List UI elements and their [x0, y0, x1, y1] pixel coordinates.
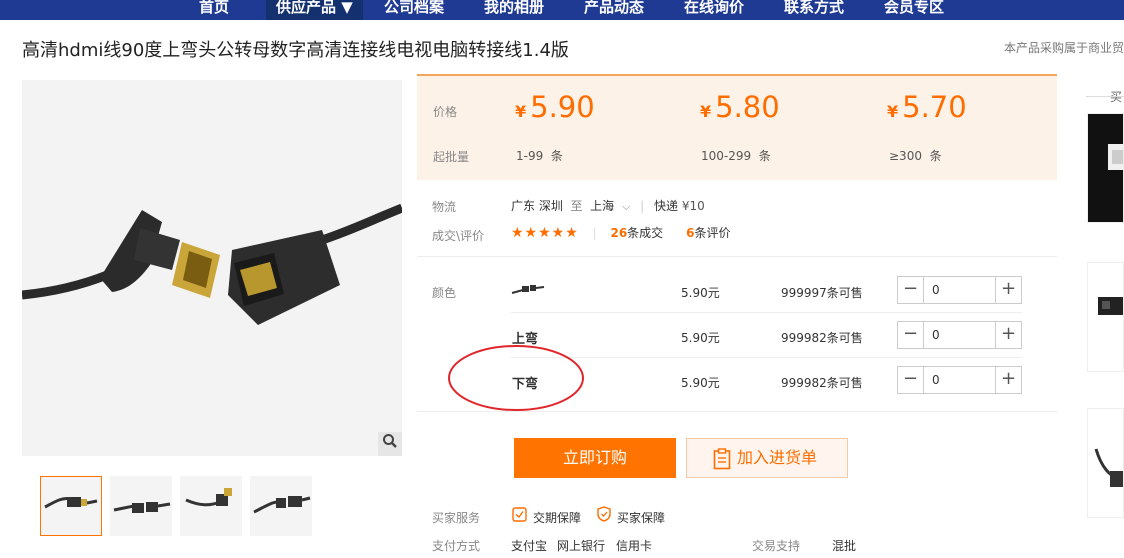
- quantity-input[interactable]: [925, 367, 994, 393]
- product-title: 高清hdmi线90度上弯头公转母数字高清连接线电视电脑转接线1.4版: [22, 40, 569, 61]
- search-icon: [383, 434, 397, 448]
- plus-button[interactable]: +: [995, 367, 1021, 393]
- plus-button[interactable]: +: [995, 322, 1021, 348]
- destination-select[interactable]: 上海: [590, 199, 614, 213]
- top-nav: 首页 供应产品 ▼ 公司档案 我的相册 产品动态 在线询价 联系方式 会员专区: [0, 0, 1124, 20]
- trade-support-label: 交易支持: [752, 539, 801, 553]
- add-to-cart-button[interactable]: 加入进货单: [686, 438, 848, 478]
- price-label: 价格: [433, 105, 458, 119]
- section-divider: [417, 256, 1057, 257]
- section-divider: [417, 411, 1057, 412]
- thumbnail-1[interactable]: [40, 476, 102, 536]
- quantity-stepper: − +: [897, 321, 1022, 349]
- range-tier-2: 100-299 条: [701, 149, 771, 163]
- payment-method: 支付宝: [511, 539, 548, 553]
- sidebar-product-3[interactable]: [1087, 408, 1124, 518]
- price-tier-2: ¥5.80: [700, 90, 780, 124]
- thumbnail-3[interactable]: [180, 476, 242, 536]
- payment-label: 支付方式: [432, 539, 481, 553]
- chevron-down-icon[interactable]: ⌵: [622, 200, 630, 213]
- service-item[interactable]: 交期保障: [533, 509, 581, 526]
- sku-stock: 999982条可售: [781, 331, 863, 345]
- minus-button[interactable]: −: [898, 367, 924, 393]
- thumbnail-4[interactable]: [250, 476, 312, 536]
- purchase-notice: 本产品采购属于商业贸: [1004, 41, 1124, 55]
- minus-button[interactable]: −: [898, 277, 924, 303]
- product-image[interactable]: [22, 80, 402, 456]
- price-tier-1: ¥5.90: [515, 90, 595, 124]
- deals-link[interactable]: 26条成交: [610, 226, 663, 240]
- quantity-input[interactable]: [925, 322, 994, 348]
- service-item[interactable]: 买家保障: [617, 509, 665, 526]
- shield-icon: [597, 506, 611, 522]
- sku-stock: 999982条可售: [781, 376, 863, 390]
- nav-news[interactable]: 产品动态: [584, 0, 644, 20]
- sku-label: 颜色: [432, 286, 457, 300]
- trade-support-value: 混批: [832, 539, 857, 553]
- nav-company[interactable]: 公司档案: [384, 0, 444, 20]
- deals-summary: ★★★★★ | 26条成交 6条评价: [511, 225, 731, 241]
- reviews-link[interactable]: 6条评价: [686, 226, 730, 240]
- sku-divider: [511, 312, 1022, 313]
- quantity-stepper: − +: [897, 276, 1022, 304]
- rating-stars: ★★★★★: [511, 225, 579, 241]
- buy-now-button[interactable]: 立即订购: [514, 438, 676, 478]
- plus-button[interactable]: +: [995, 277, 1021, 303]
- clipboard-icon: [713, 448, 731, 470]
- quantity-stepper: − +: [897, 366, 1022, 394]
- price-box: 价格 起批量 ¥5.90 ¥5.80 ¥5.70 1-99 条 100-299 …: [417, 76, 1057, 180]
- logistics-route: 广东 深圳 至 上海 ⌵ | 快递 ¥10: [511, 199, 705, 213]
- sku-stock: 999997条可售: [781, 286, 863, 300]
- sidebar-product-2[interactable]: [1087, 262, 1124, 372]
- price-tier-3: ¥5.70: [887, 90, 967, 124]
- delivery-guarantee-icon: [512, 507, 527, 522]
- quantity-input[interactable]: [925, 277, 994, 303]
- minus-button[interactable]: −: [898, 322, 924, 348]
- sku-price: 5.90元: [681, 376, 720, 390]
- nav-products[interactable]: 供应产品 ▼: [266, 0, 363, 20]
- nav-contact[interactable]: 联系方式: [784, 0, 844, 20]
- services-label: 买家服务: [432, 511, 481, 525]
- deals-label: 成交\评价: [432, 229, 485, 243]
- range-tier-1: 1-99 条: [516, 149, 563, 163]
- moq-label: 起批量: [433, 150, 470, 164]
- logistics-label: 物流: [432, 200, 457, 214]
- zoom-button[interactable]: [378, 432, 402, 456]
- sidebar-product-1[interactable]: [1087, 113, 1124, 223]
- nav-album[interactable]: 我的相册: [484, 0, 544, 20]
- hdmi-cable-picture: [22, 80, 402, 456]
- add-to-cart-label: 加入进货单: [737, 448, 818, 467]
- sidebar-rule: [1086, 96, 1124, 97]
- thumbnail-2[interactable]: [110, 476, 172, 536]
- nav-inquiry[interactable]: 在线询价: [684, 0, 744, 20]
- range-tier-3: ≥300 条: [889, 149, 942, 163]
- nav-members[interactable]: 会员专区: [884, 0, 944, 20]
- cable-thumbnail-icon[interactable]: [511, 282, 545, 296]
- nav-home[interactable]: 首页: [199, 0, 229, 20]
- sku-divider: [511, 357, 1022, 358]
- payment-method: 网上银行: [557, 539, 606, 553]
- sku-price: 5.90元: [681, 286, 720, 300]
- annotation-circle: [448, 345, 584, 411]
- payment-method: 信用卡: [616, 539, 653, 553]
- sku-price: 5.90元: [681, 331, 720, 345]
